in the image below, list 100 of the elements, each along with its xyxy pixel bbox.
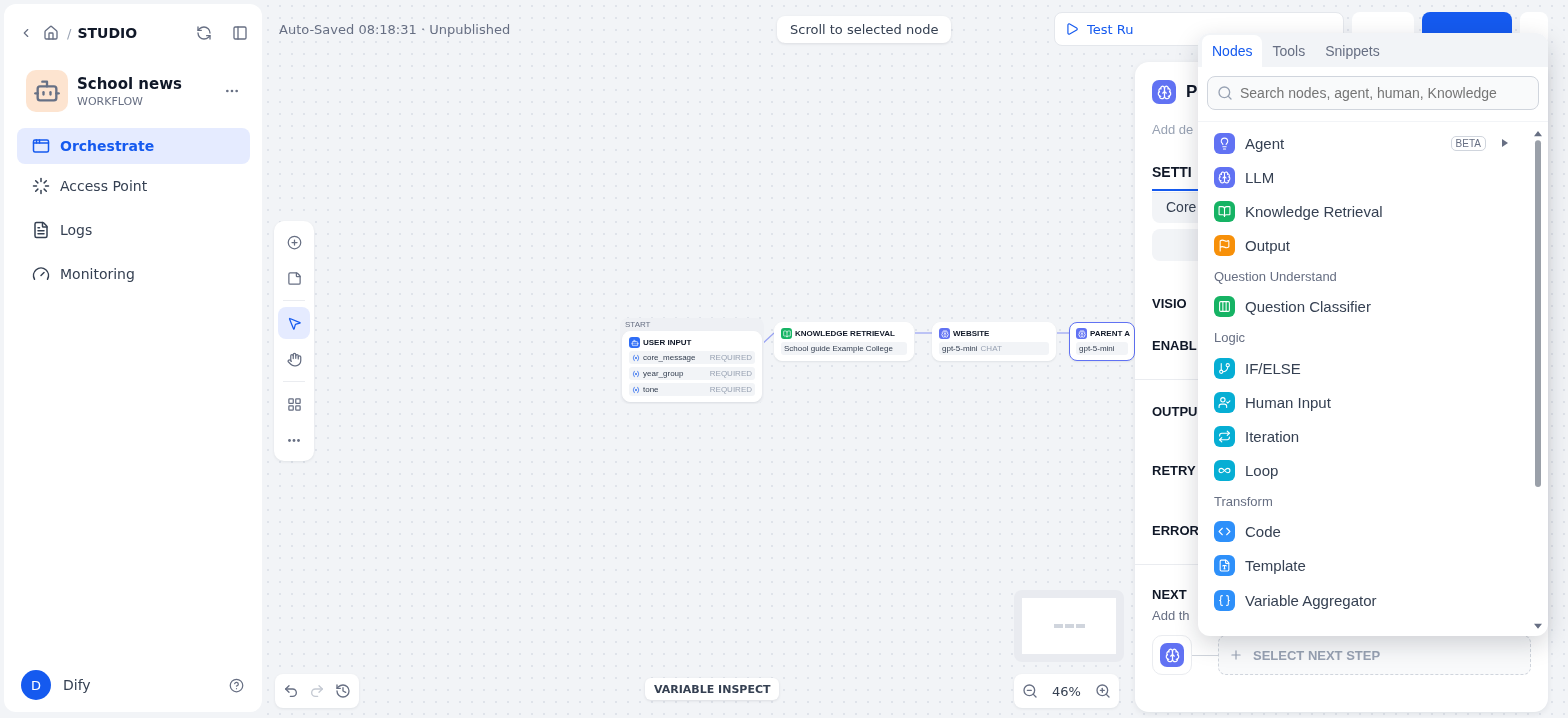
caret-icon — [1502, 139, 1508, 148]
node-type-label: Loop — [1245, 462, 1279, 480]
required-tag: REQUIRED — [709, 385, 752, 394]
node-title: PARENT A — [1090, 329, 1130, 338]
section-label: Question Understand — [1214, 267, 1338, 286]
scroll-hint[interactable]: Scroll to selected node — [777, 15, 952, 43]
node-type-item[interactable]: Template — [1214, 548, 1530, 584]
section-label: Logic — [1214, 328, 1247, 347]
node-type-item[interactable]: Human Input — [1214, 385, 1530, 420]
user-avatar[interactable]: D — [21, 670, 51, 700]
user-icon — [629, 337, 640, 348]
nav-item[interactable]: Orchestrate — [17, 128, 250, 164]
refresh-icon[interactable] — [194, 23, 214, 43]
brain-icon — [939, 328, 950, 339]
save-status: Auto-Saved 08:18:31 · Unpublished — [279, 21, 512, 37]
node-type-label: IF/ELSE — [1245, 359, 1301, 377]
dataset-name: School guide Example College — [781, 342, 907, 355]
model-name: gpt-5-mini — [1079, 344, 1115, 353]
node-type-label: Template — [1245, 557, 1306, 575]
node-type-item[interactable]: LLM — [1214, 160, 1530, 195]
history-icon[interactable] — [333, 681, 353, 701]
plus-icon — [1229, 648, 1243, 662]
node-type-label: Output — [1245, 237, 1291, 255]
node-type-item[interactable]: Loop — [1214, 453, 1530, 488]
node-type-item[interactable]: Agent BETA — [1214, 126, 1530, 161]
next-step-hint: Add th — [1152, 608, 1190, 623]
variable-name: core_message — [643, 353, 697, 362]
node-title: KNOWLEDGE RETRIEVAL — [795, 329, 895, 338]
home-icon[interactable] — [41, 23, 61, 43]
tool-icon — [286, 270, 302, 286]
node-type-item[interactable]: Code — [1214, 514, 1530, 549]
nav-icon — [32, 221, 50, 239]
brain-icon — [1152, 80, 1176, 104]
more-icon — [288, 438, 300, 442]
breadcrumb[interactable]: STUDIO — [77, 25, 188, 41]
model-tag: CHAT — [980, 344, 1002, 353]
node-type-label: Human Input — [1245, 393, 1331, 411]
node-type-label: Code — [1245, 523, 1281, 541]
node-type-item[interactable]: Question Classifier — [1214, 289, 1530, 324]
zoom-level: 46% — [1051, 683, 1082, 699]
nav-icon — [32, 137, 50, 155]
variable-name: tone — [643, 385, 660, 394]
nav-item[interactable]: Logs — [17, 212, 250, 248]
nav-icon — [32, 265, 50, 283]
connector-line — [914, 332, 933, 334]
sidebar-toggle-icon[interactable] — [230, 23, 250, 43]
app-name: School news — [77, 74, 183, 93]
node-title: USER INPUT — [643, 338, 692, 347]
variable-name: year_group — [643, 369, 685, 378]
app-type: WORKFLOW — [77, 94, 144, 108]
node-type-label: LLM — [1245, 168, 1275, 186]
node-type-item[interactable]: Iteration — [1214, 419, 1530, 454]
book-icon — [781, 328, 792, 339]
user-name: Dify — [63, 677, 92, 693]
section-title: ERROR — [1152, 523, 1199, 538]
nav-icon — [32, 177, 50, 195]
required-tag: REQUIRED — [709, 369, 752, 378]
workflow-node[interactable]: WEBSITE gpt-5-mini CHAT — [932, 322, 1056, 361]
section-title: VISIO — [1152, 296, 1187, 311]
breadcrumb-separator: / — [67, 25, 72, 41]
workflow-node[interactable]: PARENT A gpt-5-mini — [1069, 322, 1135, 361]
section-label: Transform — [1214, 492, 1274, 511]
workflow-node[interactable]: USER INPUT core_message REQUIRED year_group REQUIRED tone REQUIRED — [622, 331, 762, 402]
beta-badge: BETA — [1450, 135, 1486, 151]
node-type-item[interactable]: IF/ELSE — [1214, 350, 1530, 386]
workflow-node[interactable]: KNOWLEDGE RETRIEVAL School guide Example College — [774, 322, 914, 361]
brain-icon — [1076, 328, 1087, 339]
variable-icon — [632, 353, 640, 362]
node-type-label: Knowledge Retrieval — [1245, 202, 1383, 220]
search-field[interactable]: Search nodes, agent, human, Knowledge — [1207, 76, 1539, 110]
node-type-item[interactable]: Output — [1214, 228, 1530, 263]
node-group-label: START — [624, 319, 652, 331]
variable-icon — [632, 369, 640, 378]
node-type-item[interactable]: Variable Aggregator — [1214, 583, 1530, 618]
node-type-label: Iteration — [1245, 427, 1300, 445]
panel-title: P — [1186, 82, 1198, 102]
required-tag: REQUIRED — [709, 353, 752, 362]
node-type-label: Agent — [1245, 134, 1285, 152]
section-title: RETRY — [1152, 463, 1196, 478]
tool-icon — [286, 396, 302, 412]
tool-button[interactable] — [278, 307, 310, 339]
connector-line — [1056, 332, 1070, 334]
nav-item[interactable]: Monitoring — [17, 256, 250, 292]
node-title: WEBSITE — [953, 329, 990, 338]
tool-icon — [286, 315, 302, 331]
nav-item[interactable]: Access Point — [17, 168, 250, 204]
brain-icon — [1160, 643, 1184, 667]
variable-inspect-button[interactable]: VARIABLE INSPECT — [645, 678, 780, 700]
node-type-item[interactable]: Knowledge Retrieval — [1214, 194, 1530, 229]
section-title: ENABL — [1152, 338, 1197, 353]
search-icon — [1217, 85, 1233, 101]
model-name: gpt-5-mini — [942, 344, 978, 353]
node-type-label: Variable Aggregator — [1245, 591, 1377, 609]
section-title: NEXT — [1152, 587, 1187, 602]
picker-tab[interactable]: Nodes — [1202, 35, 1263, 67]
tool-icon — [286, 351, 302, 367]
play-icon — [1065, 22, 1079, 36]
robot-icon — [26, 70, 68, 112]
tool-icon — [286, 234, 302, 250]
variable-icon — [632, 385, 640, 394]
